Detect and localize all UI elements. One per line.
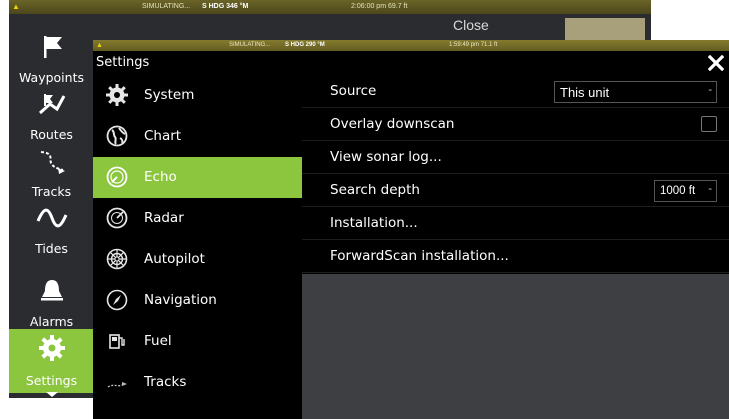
menu-item-label: Tracks bbox=[144, 374, 187, 390]
sidebar-item-tides[interactable]: Tides bbox=[9, 199, 94, 261]
setting-row-installation[interactable]: Installation... bbox=[302, 207, 729, 240]
setting-label: Source bbox=[330, 83, 377, 99]
chart-thumbnail bbox=[565, 18, 645, 40]
time-depth-readout: 1:59:49 pm 71.1 ft bbox=[449, 42, 498, 48]
home-status-bar: ▲ SIMULATING... S HDG 346 °M 2:06:00 pm … bbox=[9, 0, 651, 14]
menu-item-system[interactable]: System bbox=[93, 75, 302, 116]
menu-item-echo[interactable]: Echo bbox=[93, 157, 302, 198]
sidebar-item-label: Waypoints bbox=[18, 70, 84, 85]
echo-settings-list: Source This unit - Overlay downscan View… bbox=[302, 75, 729, 274]
menu-item-label: Radar bbox=[144, 210, 184, 226]
dialog-status-bar: ▲ SIMULATING... S HDG 290 °M 1:59:49 pm … bbox=[93, 40, 729, 51]
sidebar-item-tracks[interactable]: Tracks bbox=[9, 142, 94, 204]
menu-item-label: Navigation bbox=[144, 292, 217, 308]
radar-icon bbox=[106, 207, 128, 229]
warning-triangle-icon: ▲ bbox=[96, 42, 103, 49]
dropdown-arrow-icon: - bbox=[708, 84, 712, 96]
heading-readout: S HDG 346 °M bbox=[202, 3, 249, 10]
sidebar-item-label: Tides bbox=[35, 241, 68, 256]
setting-row-overlay-downscan[interactable]: Overlay downscan bbox=[302, 108, 729, 141]
settings-dialog: ▲ SIMULATING... S HDG 290 °M 1:59:49 pm … bbox=[93, 40, 729, 419]
close-button[interactable] bbox=[703, 51, 729, 75]
globe-icon bbox=[106, 125, 128, 147]
time-depth-readout: 2:06:00 pm 69.7 ft bbox=[351, 3, 408, 10]
sidebar-item-label: Tracks bbox=[31, 184, 72, 199]
menu-item-label: Fuel bbox=[144, 333, 172, 349]
fuel-pump-icon bbox=[109, 334, 125, 349]
echo-settings-panel: Source This unit - Overlay downscan View… bbox=[302, 75, 729, 419]
setting-row-search-depth[interactable]: Search depth 1000 ft - bbox=[302, 174, 729, 207]
menu-item-label: Echo bbox=[144, 169, 177, 185]
sidebar-item-label: Routes bbox=[30, 127, 73, 142]
setting-row-forwardscan-installation[interactable]: ForwardScan installation... bbox=[302, 240, 729, 273]
dropdown-value: This unit bbox=[560, 85, 610, 100]
track-icon bbox=[40, 151, 65, 174]
setting-label: Search depth bbox=[330, 182, 420, 198]
compass-icon bbox=[106, 289, 128, 311]
search-depth-dropdown[interactable]: 1000 ft - bbox=[654, 180, 717, 202]
helm-wheel-icon bbox=[106, 248, 128, 270]
active-caret-icon bbox=[45, 392, 58, 397]
dialog-title: Settings bbox=[96, 55, 150, 70]
menu-item-autopilot[interactable]: Autopilot bbox=[93, 239, 302, 280]
gear-icon bbox=[38, 335, 65, 361]
tide-wave-icon bbox=[36, 208, 67, 228]
menu-item-radar[interactable]: Radar bbox=[93, 198, 302, 239]
echo-gauge-icon bbox=[106, 166, 128, 188]
route-icon bbox=[38, 94, 65, 115]
sidebar-item-routes[interactable]: Routes bbox=[9, 85, 94, 147]
waypoint-flag-icon bbox=[43, 36, 62, 58]
simulating-indicator: SIMULATING... bbox=[142, 3, 191, 10]
track-icon bbox=[107, 382, 127, 388]
menu-item-navigation[interactable]: Navigation bbox=[93, 280, 302, 321]
overlay-downscan-checkbox[interactable] bbox=[701, 116, 717, 132]
close-icon bbox=[708, 55, 724, 71]
menu-item-tracks[interactable]: Tracks bbox=[93, 362, 302, 403]
setting-row-view-sonar-log[interactable]: View sonar log... bbox=[302, 141, 729, 174]
sidebar-item-label: Alarms bbox=[29, 314, 74, 329]
dialog-header: Settings bbox=[93, 51, 729, 75]
warning-triangle-icon: ▲ bbox=[12, 2, 20, 11]
source-dropdown[interactable]: This unit - bbox=[554, 81, 717, 103]
gear-icon bbox=[106, 84, 128, 106]
dropdown-value: 1000 ft bbox=[660, 185, 696, 197]
menu-item-label: Autopilot bbox=[144, 251, 205, 267]
menu-item-chart[interactable]: Chart bbox=[93, 116, 302, 157]
setting-label: ForwardScan installation... bbox=[330, 248, 509, 264]
menu-item-label: System bbox=[144, 87, 195, 103]
settings-category-menu: System Chart Echo Radar Autopilot Naviga… bbox=[93, 75, 302, 419]
sidebar-item-label: Settings bbox=[25, 373, 78, 388]
alarm-bell-icon bbox=[40, 280, 63, 301]
setting-label: Overlay downscan bbox=[330, 116, 455, 132]
home-close-button[interactable]: Close bbox=[453, 17, 489, 33]
sidebar-item-alarms[interactable]: Alarms bbox=[9, 272, 94, 334]
simulating-indicator: SIMULATING... bbox=[229, 42, 271, 48]
heading-readout: S HDG 290 °M bbox=[285, 42, 325, 48]
sidebar-item-waypoints[interactable]: Waypoints bbox=[9, 28, 94, 90]
sidebar-item-settings[interactable]: Settings bbox=[9, 329, 94, 397]
menu-item-label: Chart bbox=[144, 128, 182, 144]
dropdown-arrow-icon: - bbox=[708, 183, 712, 195]
setting-label: View sonar log... bbox=[330, 149, 442, 165]
setting-row-source[interactable]: Source This unit - bbox=[302, 75, 729, 108]
menu-item-fuel[interactable]: Fuel bbox=[93, 321, 302, 362]
setting-label: Installation... bbox=[330, 215, 418, 231]
